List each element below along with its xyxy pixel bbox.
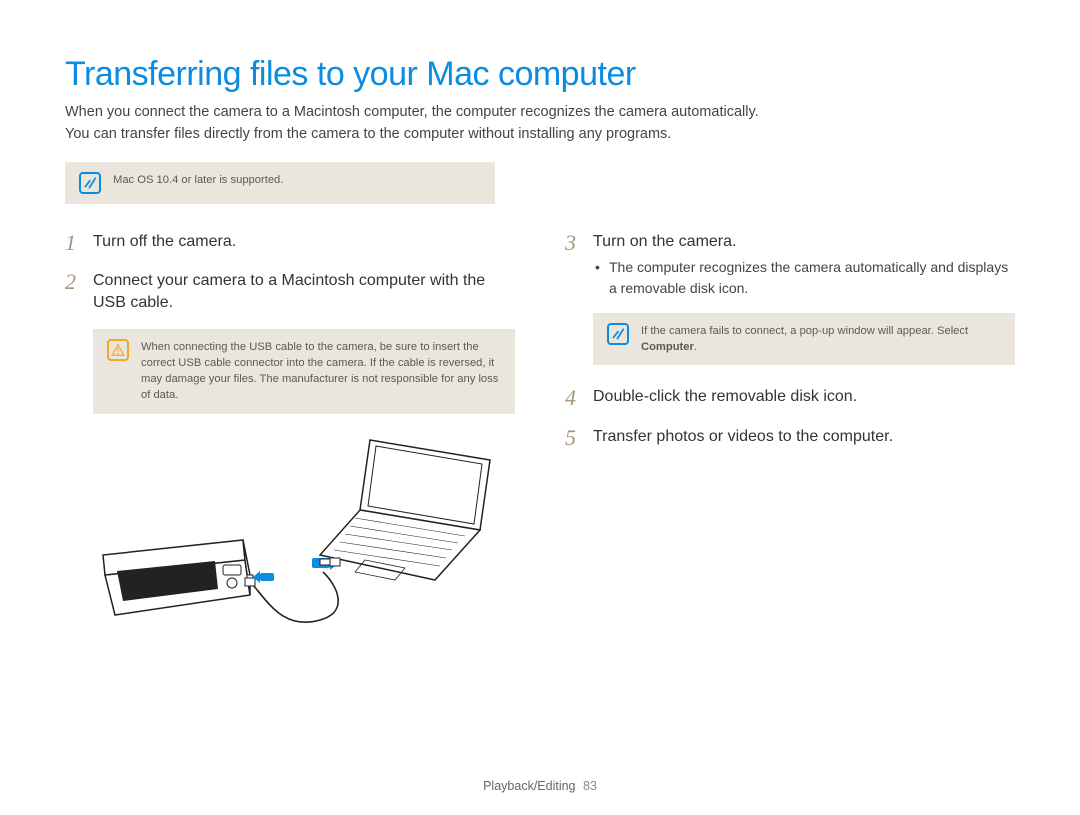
step-text: Turn off the camera. bbox=[93, 230, 236, 255]
note-text-bold: Computer bbox=[641, 341, 694, 353]
intro-line-2: You can transfer files directly from the… bbox=[65, 124, 1015, 146]
step-number: 5 bbox=[565, 425, 583, 450]
bullet-item: The computer recognizes the camera autom… bbox=[595, 257, 1015, 299]
intro-text: When you connect the camera to a Macinto… bbox=[65, 102, 1015, 146]
step-text: Turn on the camera. bbox=[593, 230, 1015, 253]
right-note-text: If the camera fails to connect, a pop-up… bbox=[641, 323, 1001, 355]
top-note-box: Mac OS 10.4 or later is supported. bbox=[65, 162, 495, 204]
step-text: Transfer photos or videos to the compute… bbox=[593, 425, 893, 450]
page-title: Transferring files to your Mac computer bbox=[65, 55, 1015, 94]
page-footer: Playback/Editing 83 bbox=[0, 779, 1080, 793]
step-3: 3 Turn on the camera. The computer recog… bbox=[565, 230, 1015, 299]
step-number: 4 bbox=[565, 385, 583, 410]
note-icon bbox=[79, 172, 101, 194]
warning-box: When connecting the USB cable to the cam… bbox=[93, 329, 515, 414]
right-column: 3 Turn on the camera. The computer recog… bbox=[565, 230, 1015, 655]
intro-line-1: When you connect the camera to a Macinto… bbox=[65, 102, 1015, 124]
top-note-text: Mac OS 10.4 or later is supported. bbox=[113, 172, 283, 188]
step-number: 2 bbox=[65, 269, 83, 315]
note-icon bbox=[607, 323, 629, 345]
step-number: 3 bbox=[565, 230, 583, 299]
step-5: 5 Transfer photos or videos to the compu… bbox=[565, 425, 1015, 450]
left-column: 1 Turn off the camera. 2 Connect your ca… bbox=[65, 230, 515, 655]
step-3-bullets: The computer recognizes the camera autom… bbox=[593, 257, 1015, 299]
step-text: Connect your camera to a Macintosh compu… bbox=[93, 269, 515, 315]
warning-text: When connecting the USB cable to the cam… bbox=[141, 339, 501, 404]
right-note-box: If the camera fails to connect, a pop-up… bbox=[593, 313, 1015, 365]
footer-section: Playback/Editing bbox=[483, 779, 575, 793]
camera-laptop-illustration bbox=[85, 430, 515, 655]
footer-page-number: 83 bbox=[583, 779, 597, 793]
note-text-pre: If the camera fails to connect, a pop-up… bbox=[641, 325, 968, 337]
step-2: 2 Connect your camera to a Macintosh com… bbox=[65, 269, 515, 315]
warning-icon bbox=[107, 339, 129, 361]
step-text: Double-click the removable disk icon. bbox=[593, 385, 857, 410]
step-1: 1 Turn off the camera. bbox=[65, 230, 515, 255]
step-number: 1 bbox=[65, 230, 83, 255]
note-text-post: . bbox=[694, 341, 697, 353]
step-4: 4 Double-click the removable disk icon. bbox=[565, 385, 1015, 410]
